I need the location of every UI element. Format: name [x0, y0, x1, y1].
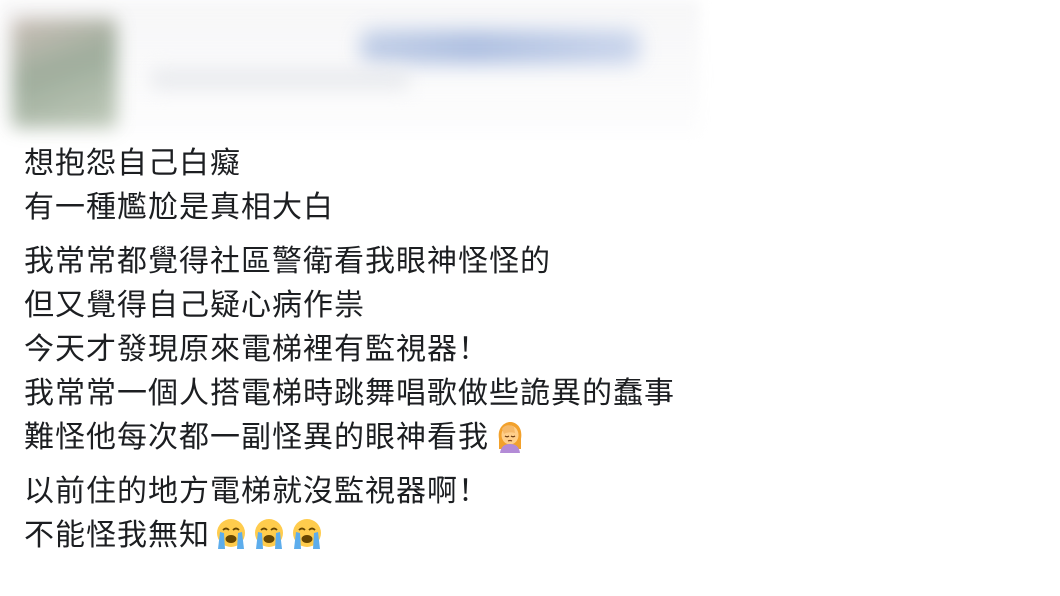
post-line: 想抱怨自己白癡	[24, 146, 241, 181]
post-line-text: 不能怪我無知	[24, 518, 210, 553]
avatar[interactable]	[12, 18, 117, 128]
post-line: 以前住的地方電梯就沒監視器啊！	[24, 474, 489, 509]
post-body: 想抱怨自己白癡 有一種尷尬是真相大白 我常常都覺得社區警衛看我眼神怪怪的 但又覺…	[24, 142, 1034, 558]
loudly-crying-face-icon	[290, 517, 324, 551]
post-line-with-emoji: 難怪他每次都一副怪異的眼神看我	[24, 416, 1034, 460]
paragraph-2: 我常常都覺得社區警衛看我眼神怪怪的 但又覺得自己疑心病作祟 今天才發現原來電梯裡…	[24, 240, 1034, 460]
post-line: 有一種尷尬是真相大白	[24, 190, 334, 225]
post-line: 我常常都覺得社區警衛看我眼神怪怪的	[24, 244, 551, 279]
post-header	[0, 0, 1060, 135]
loudly-crying-face-icon	[252, 517, 286, 551]
post-line: 但又覺得自己疑心病作祟	[24, 288, 365, 323]
post-line-text: 難怪他每次都一副怪異的眼神看我	[24, 420, 489, 455]
post-line: 今天才發現原來電梯裡有監視器！	[24, 332, 489, 367]
post-line-with-emoji: 不能怪我無知	[24, 514, 1034, 558]
paragraph-3: 以前住的地方電梯就沒監視器啊！ 不能怪我無知	[24, 470, 1034, 558]
post-meta-blurred	[150, 68, 410, 90]
paragraph-1: 想抱怨自己白癡 有一種尷尬是真相大白	[24, 142, 1034, 230]
author-name-blurred[interactable]	[360, 30, 640, 64]
post-line: 我常常一個人搭電梯時跳舞唱歌做些詭異的蠢事	[24, 376, 675, 411]
loudly-crying-face-icon	[214, 517, 248, 551]
woman-facepalming-icon	[493, 419, 527, 453]
